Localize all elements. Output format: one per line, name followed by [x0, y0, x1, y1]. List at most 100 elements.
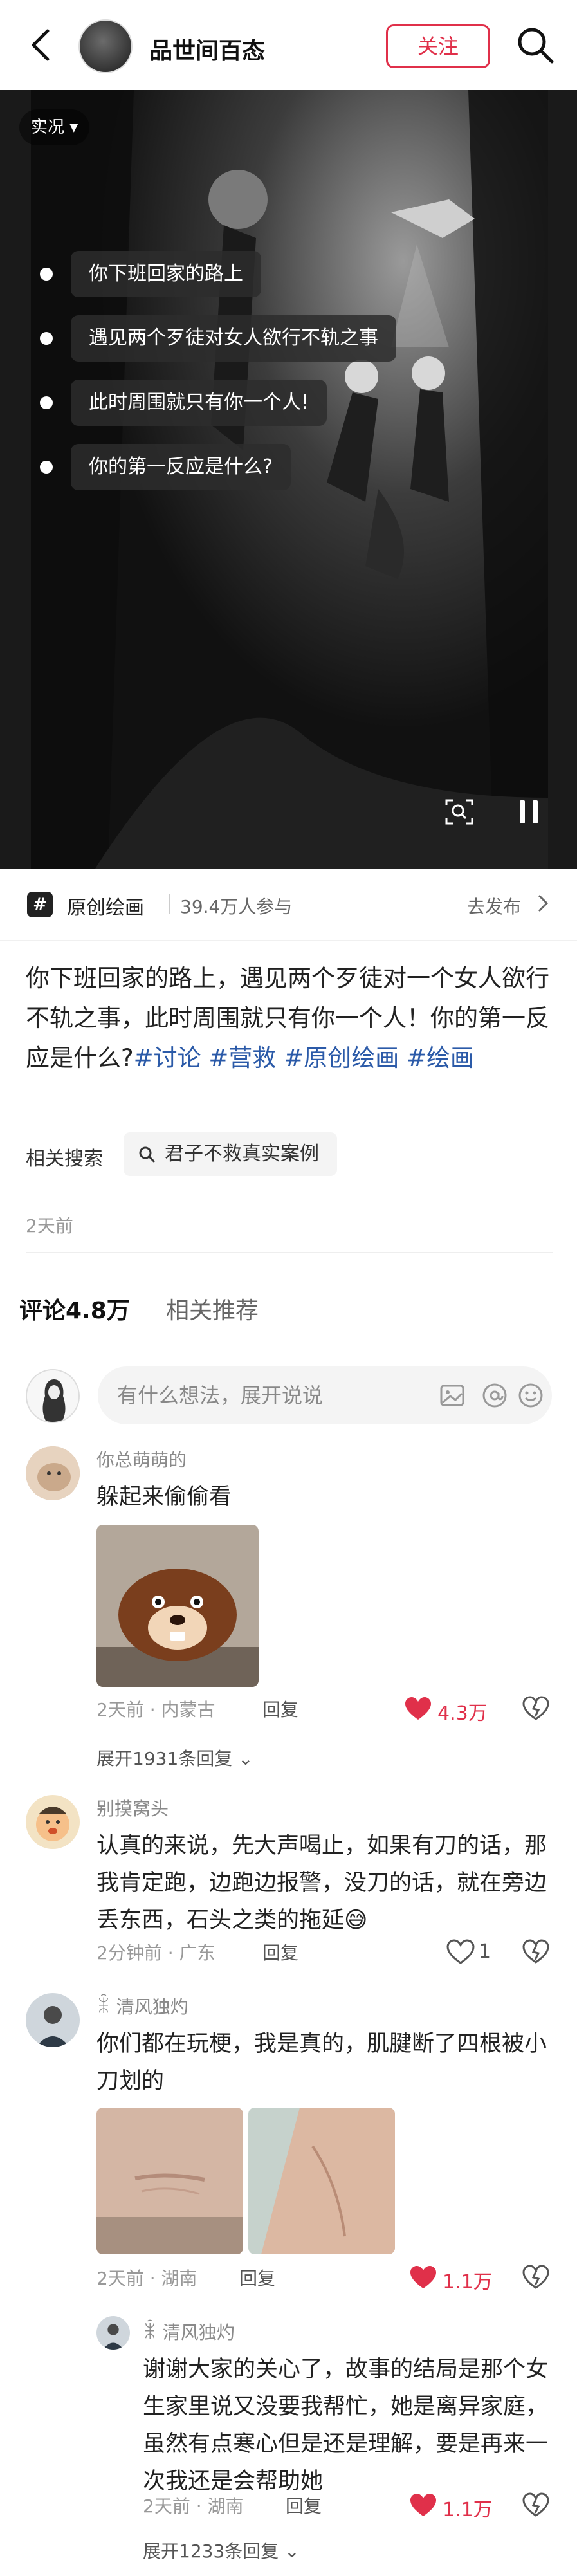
heart-filled-icon[interactable]: [409, 2265, 437, 2290]
dislike-heart-icon[interactable]: [522, 2265, 549, 2290]
caption-text: 此时周围就只有你一个人!: [71, 380, 327, 426]
post-image[interactable]: 实况 ▾ 你下班回家的路上 遇见两个歹徒对女人欲行不轨之事 此时周围就只有你一个…: [0, 90, 577, 869]
caption-dot: [40, 268, 53, 281]
hashtag-link[interactable]: #讨论: [134, 1044, 201, 1072]
bear-meme-image: [96, 1525, 259, 1687]
comment-image[interactable]: [96, 2108, 243, 2254]
commenter-name[interactable]: 你总萌萌的: [96, 1446, 187, 1472]
reply-button[interactable]: 回复: [286, 2492, 322, 2518]
topic-row[interactable]: # 原创绘画 39.4万人参与 去发布: [0, 869, 577, 941]
comment-placeholder: 有什么想法，展开说说: [117, 1383, 324, 1408]
caption-dot: [40, 332, 53, 345]
dislike-heart-icon[interactable]: [522, 1696, 549, 1722]
divider: [26, 1252, 553, 1253]
post-date: 2天前: [26, 1215, 73, 1237]
comment-location: 湖南: [161, 2268, 197, 2289]
heart-filled-icon[interactable]: [404, 1696, 432, 1722]
author-name[interactable]: 品世间百态: [149, 32, 265, 66]
heart-outline-icon[interactable]: [446, 1939, 475, 1965]
reply-text: 谢谢大家的关心了，故事的结局是那个女生家里说又没要我帮忙，她是离异家庭，虽然有点…: [143, 2357, 549, 2494]
comment-input[interactable]: 有什么想法，展开说说: [98, 1366, 552, 1424]
comment-time: 2分钟前: [96, 1942, 162, 1964]
creator-badge-icon: ꂒ: [96, 1996, 116, 2018]
like-count: 1: [479, 1940, 491, 1963]
related-search-chip[interactable]: 君子不救真实案例: [124, 1132, 337, 1176]
expand-replies[interactable]: 展开1931条回复 ⌄: [96, 1745, 253, 1771]
expand-replies[interactable]: 展开1233条回复 ⌄: [143, 2537, 300, 2563]
reply-button[interactable]: 回复: [239, 2265, 275, 2290]
topic-name: 原创绘画: [67, 897, 144, 919]
commenter-avatar[interactable]: [26, 1795, 80, 1849]
replier-avatar[interactable]: [96, 2316, 130, 2350]
heart-filled-icon[interactable]: [409, 2492, 437, 2518]
commenter-name[interactable]: 别摸窝头: [96, 1795, 169, 1821]
topic-divider: [169, 894, 170, 914]
image-icon[interactable]: [439, 1382, 466, 1409]
comment-body: 认真的来说，先大声喝止，如果有刀的话，那我肯定跑，边跑边报警，没刀的话，就在旁边…: [96, 1833, 547, 1933]
related-search-text: 君子不救真实案例: [165, 1143, 319, 1165]
reply-button[interactable]: 回复: [262, 1696, 298, 1722]
caption-text: 遇见两个歹徒对女人欲行不轨之事: [71, 315, 396, 362]
commenter-name-text: 清风独灼: [116, 1996, 188, 2018]
caption-text: 你的第一反应是什么?: [71, 444, 291, 490]
comment-text: 认真的来说，先大声喝止，如果有刀的话，那我肯定跑，边跑边报警，没刀的话，就在旁边…: [96, 1827, 553, 1939]
hashtag-icon: #: [27, 892, 53, 917]
comment-text: 你们都在玩梗，我是真的，肌腱断了四根被小刀划的: [96, 2031, 547, 2094]
reply-time: 2天前: [143, 2496, 190, 2517]
hashtag-link[interactable]: #绘画: [407, 1044, 474, 1072]
commenter-avatar[interactable]: [26, 1993, 80, 2047]
tab-related[interactable]: 相关推荐: [166, 1292, 259, 1325]
comment-location: 内蒙古: [161, 1699, 215, 1720]
search-icon: [139, 1146, 155, 1163]
avatar-image: [26, 1993, 80, 2047]
avatar-sketch: [27, 1370, 78, 1422]
comment-time: 2天前: [96, 2268, 144, 2289]
dislike-heart-icon[interactable]: [522, 1939, 549, 1965]
search-icon[interactable]: [515, 24, 556, 66]
grin-emoji-icon: 😅: [344, 1908, 368, 1933]
pause-icon[interactable]: [515, 796, 543, 827]
top-bar: 品世间百态 关注: [0, 0, 577, 90]
creator-badge-icon: ꂒ: [143, 2322, 163, 2343]
follow-button[interactable]: 关注: [386, 24, 490, 68]
expand-label: 展开1931条回复: [96, 1748, 233, 1769]
publish-link[interactable]: 去发布: [467, 893, 521, 919]
arm-scar-photo: [248, 2108, 395, 2254]
topic-participants: 39.4万人参与: [180, 896, 293, 917]
back-arrow-icon[interactable]: [26, 26, 58, 64]
caption-dot: [40, 396, 53, 409]
wrist-scar-photo: [96, 2108, 243, 2254]
commenter-name[interactable]: ꂒ 清风独灼: [96, 1993, 188, 2019]
my-avatar: [26, 1369, 80, 1423]
reply-meta: 2天前 · 湖南: [143, 2496, 244, 2517]
dislike-heart-icon[interactable]: [522, 2492, 549, 2518]
avatar-image: [26, 1795, 80, 1849]
comment-image[interactable]: [96, 1525, 259, 1687]
replier-name[interactable]: ꂒ 清风独灼: [143, 2319, 235, 2344]
avatar-image: [26, 1446, 80, 1500]
comment-meta: 2天前 · 湖南: [96, 2268, 197, 2289]
author-avatar[interactable]: [78, 19, 133, 73]
live-photo-badge[interactable]: 实况 ▾: [19, 109, 90, 145]
like-count: 1.1万: [443, 2499, 493, 2521]
commenter-avatar[interactable]: [26, 1446, 80, 1500]
comment-image[interactable]: [248, 2108, 395, 2254]
comment-text: 躲起来偷偷看: [96, 1484, 232, 1510]
mention-icon[interactable]: [481, 1382, 508, 1409]
comment-meta: 2天前 · 内蒙古: [96, 1699, 215, 1720]
replier-name-text: 清风独灼: [162, 2322, 235, 2343]
emoji-icon[interactable]: [517, 1382, 544, 1409]
like-count: 1.1万: [443, 2271, 493, 2294]
related-search-label: 相关搜索: [26, 1148, 103, 1170]
tab-comments[interactable]: 评论4.8万: [19, 1292, 130, 1325]
image-search-icon[interactable]: [444, 796, 475, 827]
live-label: 实况: [31, 118, 65, 137]
hashtag-link[interactable]: #原创绘画: [284, 1044, 399, 1072]
comment-location: 广东: [179, 1942, 215, 1964]
avatar-image: [96, 2316, 130, 2350]
caption-dot: [40, 461, 53, 474]
reply-button[interactable]: 回复: [262, 1939, 298, 1965]
hashtag-link[interactable]: #营救: [208, 1044, 276, 1072]
reply-location: 湖南: [207, 2496, 244, 2517]
expand-label: 展开1233条回复: [143, 2541, 279, 2562]
